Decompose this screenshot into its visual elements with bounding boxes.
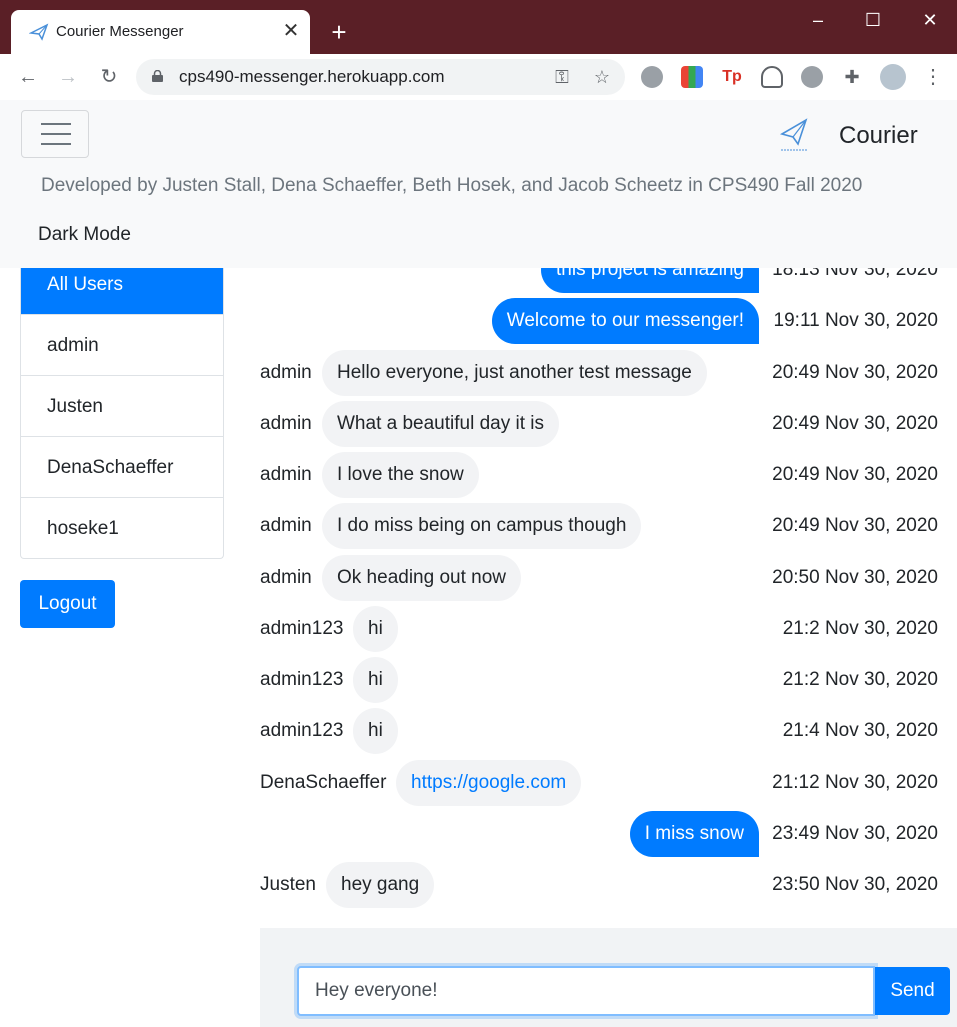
message-bubble: I do miss being on campus though [322, 503, 642, 549]
message-bubble: hi [353, 606, 398, 652]
message-row: admin123 hi 21:4 Nov 30, 2020 [260, 708, 950, 754]
message-text: Ok heading out now [337, 567, 507, 588]
message-timestamp: 20:49 Nov 30, 2020 [772, 362, 938, 383]
message-timestamp: 20:49 Nov 30, 2020 [772, 413, 938, 434]
message-timestamp: 21:2 Nov 30, 2020 [782, 618, 938, 639]
message-bubble: hey gang [326, 862, 435, 908]
message-text: Welcome to our messenger! [506, 310, 744, 331]
message-timestamp: 20:49 Nov 30, 2020 [772, 515, 938, 536]
message-timestamp: 23:50 Nov 30, 2020 [772, 874, 938, 895]
sidebar-item-user[interactable]: admin [21, 314, 223, 375]
message-text: I do miss being on campus though [337, 515, 627, 536]
message-timestamp: 21:2 Nov 30, 2020 [782, 669, 938, 690]
message-text: Hello everyone, just another test messag… [337, 362, 692, 383]
message-row: admin I do miss being on campus though 20:… [260, 503, 950, 549]
message-timestamp: 20:49 Nov 30, 2020 [772, 464, 938, 485]
sidebar-item-user[interactable]: All Users [21, 268, 223, 314]
user-list: All Users admin Justen DenaSchaeffer hoseke1 [20, 268, 224, 559]
message-text: What a beautiful day it is [337, 413, 544, 434]
message-row: I miss snow 23:49 Nov 30, 2020 [260, 811, 950, 857]
my-message-bubble: I miss snow [629, 811, 759, 857]
message-row: admin Ok heading out now 20:50 Nov 30, 202… [260, 555, 950, 601]
message-sender: admin [260, 515, 312, 536]
message-input[interactable]: Hey everyone! [297, 966, 875, 1016]
send-button[interactable]: Send [875, 967, 950, 1015]
logout-button[interactable]: Logout [20, 580, 115, 628]
message-sender: DenaSchaeffer [260, 772, 387, 793]
message-row: DenaSchaeffer https://google.com 21:12 Nov… [260, 760, 950, 806]
sidebar-item-user[interactable]: DenaSchaeffer [21, 436, 223, 497]
message-timestamp: 23:49 Nov 30, 2020 [772, 823, 938, 844]
message-link[interactable]: https://google.com [411, 772, 566, 793]
message-sender: Justen [260, 874, 316, 895]
message-bubble: What a beautiful day it is [322, 401, 559, 447]
message-timestamp: 21:12 Nov 30, 2020 [772, 772, 938, 793]
message-bubble: hi [353, 708, 398, 754]
dark-mode-link[interactable]: Dark Mode [38, 224, 131, 246]
message-text: hey gang [341, 874, 420, 895]
developer-credits: Developed by Justen Stall, Dena Schaeffe… [41, 175, 863, 196]
sidebar-item-user[interactable]: Justen [21, 375, 223, 436]
brand-name[interactable]: Courier [839, 122, 918, 150]
message-text: I miss snow [644, 823, 744, 844]
message-sender: admin [260, 413, 312, 434]
message-bubble: hi [353, 657, 398, 703]
message-row: admin I love the snow 20:49 Nov 30, 2020 [260, 452, 950, 498]
message-timestamp: 20:50 Nov 30, 2020 [772, 567, 938, 588]
message-text: hi [368, 669, 383, 690]
message-composer: Hey everyone! Send [260, 928, 957, 1027]
message-row: admin What a beautiful day it is 20:49 Nov… [260, 401, 950, 447]
sidebar-item-user[interactable]: hoseke1 [21, 497, 223, 558]
message-bubble: I love the snow [322, 452, 479, 498]
message-bubble: Ok heading out now [322, 555, 522, 601]
message-bubble: Hello everyone, just another test messag… [322, 350, 707, 396]
app-navbar: Courier Developed by Justen Stall, Dena … [0, 100, 957, 268]
message-row: Justen hey gang 23:50 Nov 30, 2020 [260, 862, 950, 908]
my-message-bubble: Welcome to our messenger! [491, 298, 759, 344]
message-sender: admin [260, 464, 312, 485]
message-row: admin123 hi 21:2 Nov 30, 2020 [260, 657, 950, 703]
message-row: admin Hello everyone, just another test m… [260, 350, 950, 396]
message-sender: admin123 [260, 669, 344, 690]
menu-toggle-button[interactable] [21, 110, 89, 158]
message-text: I love the snow [337, 464, 464, 485]
message-timestamp: 21:4 Nov 30, 2020 [782, 720, 938, 741]
message-row: admin123 hi 21:2 Nov 30, 2020 [260, 606, 950, 652]
message-row: Welcome to our messenger! 19:11 Nov 30, 2… [260, 298, 950, 344]
message-sender: admin123 [260, 618, 344, 639]
message-text: hi [368, 720, 383, 741]
courier-logo-icon [779, 118, 808, 151]
message-timestamp: 19:11 Nov 30, 2020 [773, 310, 938, 331]
message-bubble: https://google.com [396, 760, 582, 806]
message-sender: admin123 [260, 720, 344, 741]
message-sender: admin [260, 567, 312, 588]
message-sender: admin [260, 362, 312, 383]
message-text: hi [368, 618, 383, 639]
